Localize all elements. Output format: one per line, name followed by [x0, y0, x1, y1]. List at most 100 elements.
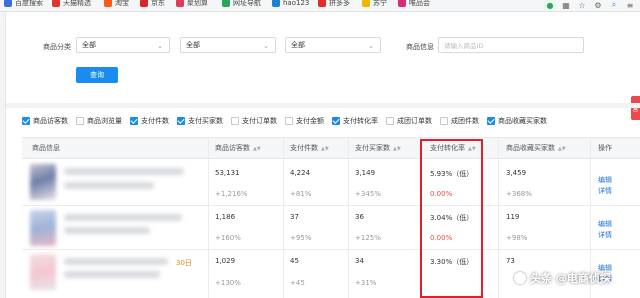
bookmark-item[interactable]: 百度搜索 — [4, 0, 43, 9]
bookmark-item[interactable]: hao123 — [272, 0, 309, 9]
section-divider — [6, 103, 640, 108]
product-title-blurred — [64, 168, 184, 175]
metric-favorites[interactable]: 商品收藏买家数 — [487, 116, 547, 126]
favorites-value: 73 — [506, 257, 515, 265]
watermark: 头条 @电商侦探 — [514, 270, 611, 286]
bookmark-item[interactable]: 网址导航 — [222, 0, 261, 9]
sort-icon[interactable]: ▲▼ — [558, 146, 566, 152]
favorites-delta: +368% — [506, 190, 532, 198]
bookmark-icon — [52, 0, 60, 7]
bookmark-icon — [398, 0, 406, 7]
toolbar-icons: ● ▦ ☆ ⚙ ⌕ ≡ — [544, 0, 640, 11]
bookmark-icon — [318, 0, 326, 7]
category-select-1[interactable]: 全部 ⌄ — [76, 37, 170, 53]
bookmark-icon — [140, 0, 148, 7]
buyers-value: 34 — [355, 257, 364, 265]
extension-icon[interactable]: ● — [544, 0, 556, 10]
bookmark-icon — [272, 0, 280, 7]
visitors-value: 1,029 — [215, 257, 236, 265]
checkbox[interactable] — [440, 117, 448, 125]
metric-group-pieces[interactable]: 成团件数 — [440, 116, 479, 126]
left-sidebar-strip — [0, 12, 6, 298]
bookmark-item[interactable]: 拼多多 — [318, 0, 350, 9]
query-button[interactable]: 查询 — [76, 67, 118, 83]
bookmark-icon — [176, 0, 184, 7]
metric-conversion[interactable]: 支付转化率 — [332, 116, 378, 126]
grid-icon[interactable]: ▦ — [560, 0, 572, 10]
pieces-value: 37 — [290, 213, 299, 221]
buyers-value: 3,149 — [355, 169, 376, 177]
detail-link[interactable]: 详情 — [598, 230, 612, 240]
col-actions: 操作 — [598, 144, 612, 152]
sort-icon[interactable]: ▲▼ — [393, 146, 401, 152]
col-product-info: 商品信息 — [32, 144, 60, 152]
bookmark-icon — [362, 0, 370, 7]
product-title-blurred — [64, 214, 182, 221]
bookmark-item[interactable]: 聚划算 — [176, 0, 208, 9]
product-thumbnail[interactable] — [30, 254, 56, 290]
bookmark-item[interactable]: 唯品会 — [398, 0, 430, 9]
checkbox[interactable] — [386, 117, 394, 125]
category-select-3[interactable]: 全部 ⌄ — [285, 37, 381, 53]
metric-visitors[interactable]: 商品访客数 — [22, 116, 68, 126]
pieces-value: 4,224 — [290, 169, 311, 177]
product-thumbnail[interactable] — [30, 164, 56, 200]
product-id-blurred — [64, 227, 150, 234]
metric-paid-pieces[interactable]: 支付件数 — [130, 116, 169, 126]
bookmark-item[interactable]: 天猫精选 — [52, 0, 91, 9]
checkbox[interactable] — [285, 117, 293, 125]
product-title-blurred — [64, 258, 168, 265]
sort-icon[interactable]: ▲▼ — [321, 146, 329, 152]
checkbox[interactable] — [231, 117, 239, 125]
settings-icon[interactable]: ⚙ — [592, 0, 604, 10]
col-visitors[interactable]: 商品访客数 ▲▼ — [215, 143, 261, 153]
checkbox[interactable] — [487, 117, 495, 125]
col-paid-buyers[interactable]: 支付买家数 ▲▼ — [355, 143, 401, 153]
bookmark-icon — [222, 0, 230, 7]
product-id-blurred — [64, 182, 154, 189]
pieces-delta: +45 — [290, 279, 305, 287]
category-label: 商品分类 — [43, 43, 71, 51]
search-icon[interactable]: ⌕ — [608, 0, 620, 10]
chevron-down-icon: ⌄ — [368, 42, 374, 50]
category-select-2[interactable]: 全部 ⌄ — [180, 37, 276, 53]
menu-icon[interactable]: ≡ — [624, 0, 636, 10]
edit-link[interactable]: 编辑 — [598, 175, 612, 185]
bookmark-item[interactable]: 淘宝 — [104, 0, 129, 9]
chevron-down-icon: ⌄ — [263, 42, 269, 50]
checkbox[interactable] — [22, 117, 30, 125]
metric-paid-orders[interactable]: 支付订单数 — [231, 116, 277, 126]
period-tag: 30日 — [176, 259, 192, 267]
floating-side-tab[interactable]: 营 — [631, 96, 640, 120]
product-info-label: 商品信息 — [406, 43, 434, 51]
checkbox[interactable] — [76, 117, 84, 125]
checkbox[interactable] — [130, 117, 138, 125]
metric-paid-amount[interactable]: 支付金额 — [285, 116, 324, 126]
star-icon[interactable]: ☆ — [576, 0, 588, 10]
col-favorites[interactable]: 商品收藏买家数 ▲▼ — [506, 143, 566, 153]
bookmark-bar: 百度搜索 天猫精选 淘宝 京东 聚划算 网址导航 hao123 拼多多 苏宁 唯… — [0, 0, 640, 12]
product-id-input[interactable]: 请输入商品ID — [438, 37, 584, 53]
watermark-logo-icon — [514, 272, 526, 284]
col-paid-pieces[interactable]: 支付件数 ▲▼ — [290, 143, 329, 153]
chevron-down-icon: ⌄ — [157, 42, 163, 50]
checkbox[interactable] — [332, 117, 340, 125]
row-divider — [22, 249, 640, 250]
sort-icon[interactable]: ▲▼ — [253, 146, 261, 152]
detail-link[interactable]: 详情 — [598, 186, 612, 196]
row-divider — [22, 205, 640, 206]
product-thumbnail[interactable] — [30, 210, 56, 246]
bookmark-icon — [104, 0, 112, 7]
bookmark-item[interactable]: 京东 — [140, 0, 165, 9]
buyers-delta: +125% — [355, 234, 381, 242]
visitors-delta: +130% — [215, 279, 241, 287]
bookmark-item[interactable]: 苏宁 — [362, 0, 387, 9]
favorites-delta: +98% — [506, 234, 528, 242]
favorites-value: 3,459 — [506, 169, 527, 177]
column-divider — [208, 137, 209, 298]
checkbox[interactable] — [177, 117, 185, 125]
metric-group-orders[interactable]: 成团订单数 — [386, 116, 432, 126]
metric-pageviews[interactable]: 商品浏览量 — [76, 116, 122, 126]
edit-link[interactable]: 编辑 — [598, 219, 612, 229]
metric-paid-buyers[interactable]: 支付买家数 — [177, 116, 223, 126]
